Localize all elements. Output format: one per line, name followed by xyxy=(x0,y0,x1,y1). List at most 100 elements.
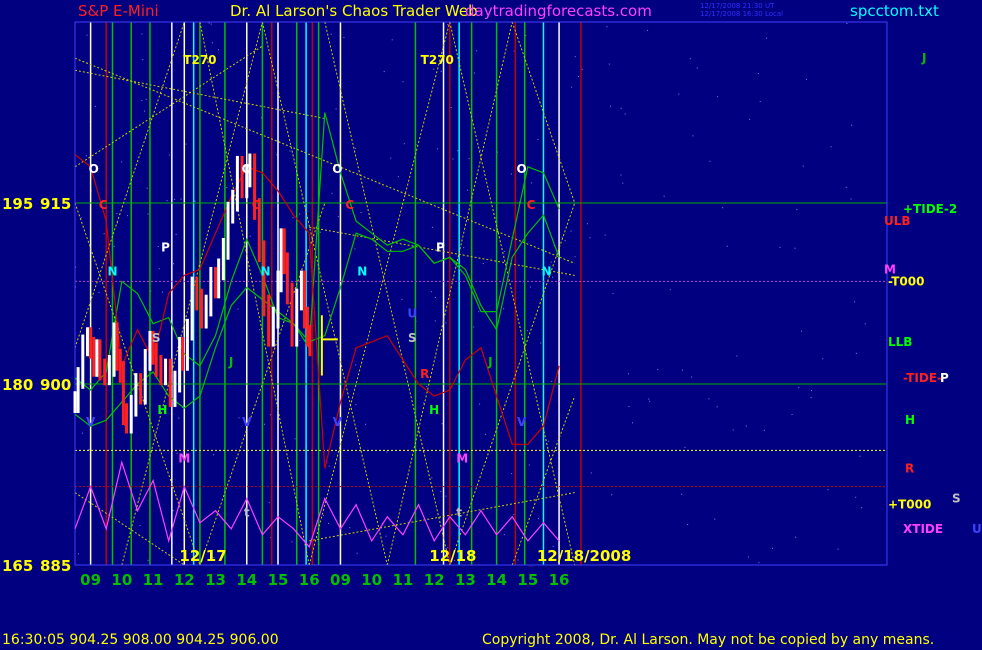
star-dot xyxy=(213,454,215,456)
star-dot xyxy=(684,446,686,448)
y-tick-label-left: 180 xyxy=(2,376,33,394)
x-tick-label: 15 xyxy=(517,571,538,589)
star-dot xyxy=(749,118,751,120)
star-dot xyxy=(791,413,793,415)
point-label: N xyxy=(357,264,367,278)
star-dot xyxy=(433,68,435,70)
star-dot xyxy=(589,237,591,239)
star-dot xyxy=(482,263,484,265)
star-dot xyxy=(383,71,385,73)
star-dot xyxy=(794,247,796,249)
point-label: C xyxy=(345,198,354,212)
star-dot xyxy=(264,423,266,425)
star-dot xyxy=(337,216,339,218)
star-dot xyxy=(180,198,182,200)
point-label: O xyxy=(332,162,342,176)
star-dot xyxy=(390,157,392,159)
right-legend-label: +TIDE-2 xyxy=(903,202,957,216)
star-dot xyxy=(403,143,405,145)
star-dot xyxy=(450,107,452,109)
x-tick-label: 09 xyxy=(330,571,351,589)
star-dot xyxy=(173,263,175,265)
star-dot xyxy=(850,198,852,200)
point-label: U xyxy=(407,307,417,321)
star-dot xyxy=(401,298,403,300)
y-tick-label-left: 195 xyxy=(2,195,33,213)
star-dot xyxy=(479,149,481,151)
star-dot xyxy=(551,380,553,382)
star-dot xyxy=(397,176,399,178)
right-legend-label: P xyxy=(940,371,949,385)
timestamp-local: 12/17/2008 16:30 Local xyxy=(700,10,784,18)
star-dot xyxy=(457,150,459,152)
star-dot xyxy=(530,286,532,288)
star-dot xyxy=(692,135,694,137)
star-dot xyxy=(299,213,301,215)
star-dot xyxy=(779,246,781,248)
star-dot xyxy=(759,101,761,103)
point-label: S xyxy=(152,331,161,345)
star-dot xyxy=(139,524,141,526)
star-dot xyxy=(479,403,481,405)
x-tick-label: 10 xyxy=(111,571,132,589)
site-link[interactable]: daytradingforecasts.com xyxy=(465,2,652,20)
star-dot xyxy=(478,311,480,313)
point-label: H xyxy=(157,403,167,417)
point-label: N xyxy=(107,264,117,278)
star-dot xyxy=(328,465,330,467)
x-tick-label: 13 xyxy=(205,571,226,589)
point-label: S xyxy=(408,331,417,345)
x-tick-label: 09 xyxy=(80,571,101,589)
star-dot xyxy=(141,33,143,35)
star-dot xyxy=(609,105,611,107)
star-dot xyxy=(331,192,333,194)
star-dot xyxy=(445,322,447,324)
star-dot xyxy=(696,67,698,69)
star-dot xyxy=(144,110,146,112)
star-dot xyxy=(226,187,228,189)
point-label: t xyxy=(456,506,462,520)
star-dot xyxy=(343,36,345,38)
y-tick-label-right: 885 xyxy=(40,557,71,575)
right-legend-label: -T000 xyxy=(888,274,924,288)
star-dot xyxy=(798,386,800,388)
point-label: J xyxy=(228,355,233,369)
x-tick-label: 16 xyxy=(549,571,570,589)
star-dot xyxy=(269,414,271,416)
star-dot xyxy=(537,518,539,520)
star-dot xyxy=(681,369,683,371)
star-dot xyxy=(627,373,629,375)
star-dot xyxy=(436,148,438,150)
star-dot xyxy=(564,240,566,242)
star-dot xyxy=(447,24,449,26)
right-legend-label: ULB xyxy=(884,214,911,228)
point-label: J xyxy=(487,355,492,369)
star-dot xyxy=(127,215,129,217)
star-dot xyxy=(211,42,213,44)
star-dot xyxy=(631,422,633,424)
star-dot xyxy=(468,158,470,160)
instrument-title: S&P E-Mini xyxy=(78,2,159,20)
star-dot xyxy=(530,182,532,184)
chart-title: Dr. Al Larson's Chaos Trader Web xyxy=(230,2,478,20)
star-dot xyxy=(158,268,160,270)
y-tick-label-right: 900 xyxy=(40,376,71,394)
star-dot xyxy=(604,234,606,236)
star-dot xyxy=(795,536,797,538)
star-dot xyxy=(172,510,174,512)
star-dot xyxy=(355,364,357,366)
star-dot xyxy=(681,493,683,495)
star-dot xyxy=(620,107,622,109)
right-legend-label: XTIDE xyxy=(903,522,943,536)
star-dot xyxy=(801,330,803,332)
point-label: V xyxy=(333,415,343,429)
star-dot xyxy=(657,369,659,371)
star-dot xyxy=(732,429,734,431)
point-label: R xyxy=(420,367,429,381)
star-dot xyxy=(166,200,168,202)
star-dot xyxy=(608,63,610,65)
star-dot xyxy=(691,376,693,378)
star-dot xyxy=(385,535,387,537)
right-legend-label: J xyxy=(921,51,926,65)
star-dot xyxy=(431,226,433,228)
